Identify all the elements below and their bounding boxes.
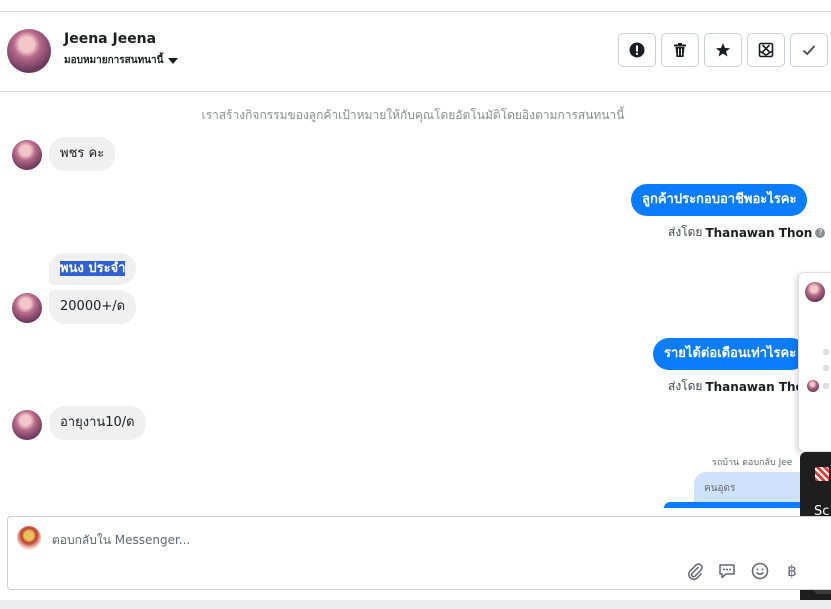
selected-text: พนง ประจำ (60, 261, 126, 276)
caret-down-icon (168, 57, 179, 64)
contact-avatar-small (807, 380, 819, 392)
list-item (823, 349, 829, 355)
incoming-message: พชร คะ (49, 137, 116, 171)
paperclip-icon (688, 563, 703, 580)
outgoing-message: ลูกค้าประกอบอาชีพอะไรคะ (631, 184, 808, 216)
reply-input[interactable]: ตอบกลับใน Messenger... (52, 531, 190, 550)
contact-avatar-small (12, 293, 42, 323)
trash-icon (674, 43, 686, 57)
reply-meta: รถบ้าน ตอบกลับ Jee (712, 458, 793, 468)
floating-chat-panel[interactable] (798, 272, 831, 452)
star-icon (715, 43, 731, 57)
assign-conversation-dropdown[interactable]: มอบหมายการสนทนานี้ (64, 53, 179, 68)
incoming-message: อายุงาน10/ด (49, 406, 146, 440)
top-divider (0, 0, 831, 12)
mark-unread-button[interactable] (747, 33, 785, 67)
mark-done-button[interactable] (790, 33, 828, 67)
help-icon[interactable]: ? (815, 227, 826, 238)
delete-button[interactable] (661, 33, 699, 67)
contact-avatar-small (12, 410, 42, 440)
app-icon (815, 467, 829, 481)
contact-avatar-small (805, 282, 825, 302)
payment-button[interactable]: ฿ (782, 561, 802, 581)
mark-spam-button[interactable] (618, 33, 656, 67)
star-button[interactable] (704, 33, 742, 67)
sent-by-info: ส่งโดย Thanawan Thon (668, 377, 812, 396)
mark-unread-icon (758, 42, 774, 58)
contact-avatar-small (12, 140, 42, 170)
chat-bubble-icon (719, 564, 735, 579)
incoming-message: พนง ประจำ (49, 253, 137, 285)
exclamation-icon (629, 42, 645, 58)
assign-label: มอบหมายการสนทนานี้ (64, 55, 164, 66)
system-notice: เราสร้างกิจกรรมของลูกค้าเป้าหมายให้กับคุ… (201, 108, 625, 122)
attach-button[interactable] (685, 561, 705, 581)
contact-name[interactable]: Jeena Jeena (64, 31, 156, 47)
incoming-message: 20000+/ด (49, 290, 137, 324)
list-item (823, 365, 829, 371)
checkmark-icon (802, 45, 816, 56)
sent-by-name: Thanawan Thon (705, 379, 813, 394)
page-avatar (17, 526, 41, 550)
conversation-header: Jeena Jeena มอบหมายการสนทนานี้ (0, 12, 831, 92)
baht-icon: ฿ (787, 562, 797, 580)
list-item (823, 383, 829, 389)
saved-replies-button[interactable] (717, 561, 737, 581)
sent-by-prefix: ส่งโดย (668, 379, 703, 393)
message-composer[interactable]: ตอบกลับใน Messenger... ฿ (7, 516, 831, 590)
sent-by-info: ส่งโดย Thanawan Thon ? (668, 223, 826, 242)
outgoing-message: รายได้ต่อเดือนเท่าไรคะ (653, 338, 808, 370)
smiley-icon (751, 562, 769, 580)
sent-by-prefix: ส่งโดย (668, 225, 703, 239)
contact-avatar[interactable] (7, 29, 51, 73)
emoji-button[interactable] (750, 561, 770, 581)
sent-by-name: Thanawan Thon (705, 225, 813, 240)
bottom-bar (0, 600, 831, 609)
